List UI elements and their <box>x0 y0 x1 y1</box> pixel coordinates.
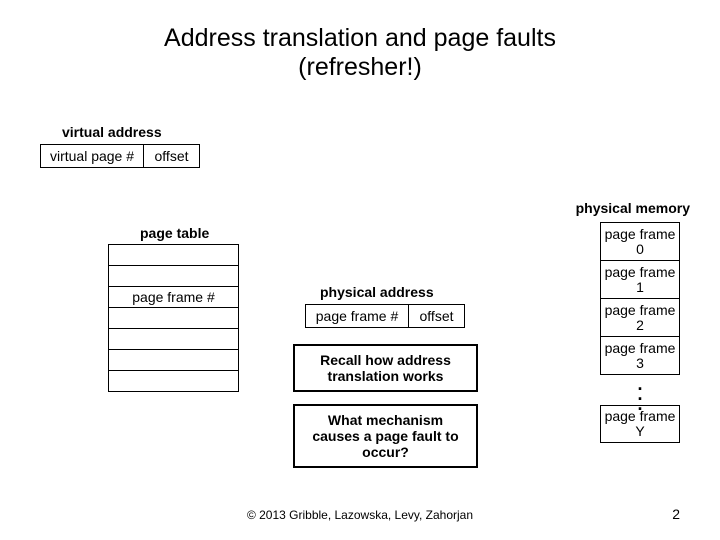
page-frame-cell: page frame 2 <box>601 299 680 337</box>
virtual-address-row: virtual page # offset <box>40 144 200 168</box>
page-number: 2 <box>672 506 680 522</box>
page-table-row <box>109 266 239 287</box>
virtual-offset-cell: offset <box>144 144 200 168</box>
page-table: page frame # <box>108 244 239 392</box>
ellipsis-icon: ... <box>600 375 680 405</box>
physical-address-label: physical address <box>320 284 434 300</box>
page-frame-cell: page frame 1 <box>601 261 680 299</box>
page-table-row <box>109 329 239 350</box>
recall-callout: Recall how address translation works <box>293 344 478 392</box>
page-table-row <box>109 371 239 392</box>
virtual-page-number-cell: virtual page # <box>40 144 144 168</box>
physical-memory: page frame 0 page frame 1 page frame 2 p… <box>600 222 680 443</box>
physical-offset-cell: offset <box>409 304 465 328</box>
title-line-1: Address translation and page faults <box>164 24 556 52</box>
question-callout: What mechanism causes a page fault to oc… <box>293 404 478 468</box>
physical-memory-label: physical memory <box>576 200 690 216</box>
page-frame-cell: page frame 3 <box>601 337 680 375</box>
page-table-row: page frame # <box>109 287 239 308</box>
slide-title: Address translation and page faults (ref… <box>0 0 720 82</box>
physical-address-row: page frame # offset <box>305 304 465 328</box>
page-table-label: page table <box>140 225 209 241</box>
page-table-row <box>109 245 239 266</box>
copyright-footer: © 2013 Gribble, Lazowska, Levy, Zahorjan <box>0 508 720 522</box>
page-frame-cell: page frame 0 <box>601 223 680 261</box>
virtual-address-label: virtual address <box>62 124 162 140</box>
page-table-row <box>109 350 239 371</box>
page-frame-cell: page frame Y <box>600 405 680 443</box>
title-line-2: (refresher!) <box>298 53 422 81</box>
page-table-row <box>109 308 239 329</box>
physical-frame-number-cell: page frame # <box>305 304 409 328</box>
